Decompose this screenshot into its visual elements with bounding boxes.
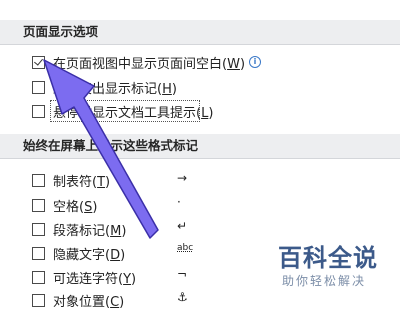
arrow-shape	[43, 59, 159, 239]
watermark-subtitle: 助你轻松解决	[282, 274, 367, 288]
watermark-title: 百科全说	[278, 244, 378, 272]
